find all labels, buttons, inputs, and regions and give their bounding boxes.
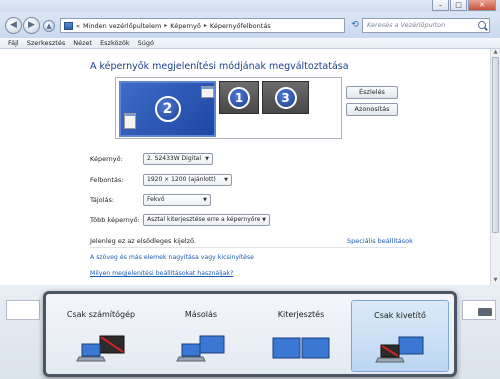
title-bar: – □ ✕ <box>0 0 500 12</box>
chevron-down-icon: ▼ <box>205 156 209 162</box>
option-extend[interactable]: Kiterjesztés <box>252 300 350 372</box>
menu-file[interactable]: Fájl <box>8 39 19 47</box>
search-placeholder: Keresés a Vezérlőpulton <box>367 21 446 29</box>
search-input[interactable]: Keresés a Vezérlőpulton <box>362 18 490 33</box>
extend-icon <box>272 337 330 359</box>
detect-button[interactable]: Észlelés <box>346 86 398 99</box>
resolution-select[interactable]: 1920 × 1200 (ajánlott) ▼ <box>143 174 232 186</box>
divider <box>90 247 406 248</box>
window-controls: – □ ✕ <box>432 0 496 11</box>
monitor-3[interactable]: 3 <box>262 81 309 114</box>
forward-arrow-icon: ▶ <box>28 20 35 30</box>
back-button[interactable]: ◀ <box>5 17 22 34</box>
option-duplicate[interactable]: Másolás <box>152 300 250 372</box>
monitor-2[interactable]: 2 <box>119 81 216 137</box>
monitor-number-badge: 3 <box>274 86 297 109</box>
menu-edit[interactable]: Szerkesztés <box>27 39 65 47</box>
up-arrow-icon: ▲ <box>46 22 52 30</box>
primary-display-text: Jelenleg ez az elsődleges kijelző. <box>90 237 197 245</box>
monitor-arrangement[interactable]: 2 1 3 <box>115 77 342 139</box>
menu-view[interactable]: Nézet <box>73 39 92 47</box>
forward-button[interactable]: ▶ <box>23 17 40 34</box>
refresh-icon[interactable]: ⟲ <box>348 19 362 32</box>
chevron-down-icon: ▼ <box>262 217 266 223</box>
breadcrumb-overflow[interactable]: « <box>76 22 80 30</box>
breadcrumb-item-display[interactable]: Képernyő <box>170 22 201 30</box>
search-icon[interactable] <box>478 21 486 29</box>
back-arrow-icon: ◀ <box>10 20 17 30</box>
option-label: Csak számítógép <box>66 310 136 319</box>
maximize-button[interactable]: □ <box>450 0 467 11</box>
multiple-displays-select-value: Asztal kiterjesztése erre a képernyőre <box>147 216 261 223</box>
window-thumbnail-icon <box>201 86 214 98</box>
chevron-right-icon[interactable]: ▸ <box>164 22 167 29</box>
computer-only-icon <box>76 335 125 362</box>
multiple-displays-select[interactable]: Asztal kiterjesztése erre a képernyőre ▼ <box>143 214 270 226</box>
resolution-select-value: 1920 × 1200 (ajánlott) <box>147 176 216 183</box>
chevron-down-icon: ▼ <box>203 197 207 203</box>
scroll-up-icon[interactable]: ▲ <box>492 49 499 56</box>
chevron-right-icon[interactable]: ▸ <box>204 22 207 29</box>
breadcrumb-item-all-control-panel[interactable]: Minden vezérlőpultelem <box>83 22 161 30</box>
breadcrumb[interactable]: « Minden vezérlőpultelem ▸ Képernyő ▸ Ké… <box>60 18 397 33</box>
taskbar-box <box>6 300 40 320</box>
multiple-displays-label: Több képernyő: <box>90 216 140 224</box>
monitor-number-badge: 2 <box>154 96 181 122</box>
keyboard-icon[interactable] <box>478 308 492 316</box>
projector-only-icon <box>375 336 424 363</box>
option-label: Kiterjesztés <box>277 310 325 319</box>
monitor-1[interactable]: 1 <box>219 81 259 114</box>
chevron-down-icon: ▼ <box>224 177 228 183</box>
projection-switcher: Csak számítógép Másolás Kiterjesztés Csa… <box>43 291 457 377</box>
control-panel-icon <box>64 21 73 30</box>
scroll-down-icon[interactable]: ▼ <box>492 277 499 284</box>
orientation-select[interactable]: Fekvő ▼ <box>143 194 211 206</box>
text-size-link[interactable]: A szöveg és más elemek nagyítása vagy ki… <box>90 254 254 261</box>
menu-tools[interactable]: Eszközök <box>100 39 130 47</box>
option-label: Másolás <box>184 310 218 319</box>
menu-help[interactable]: Súgó <box>138 39 154 47</box>
page-title: A képernyők megjelenítési módjának megvá… <box>90 61 349 72</box>
orientation-select-value: Fekvő <box>147 196 165 203</box>
option-label: Csak kivetítő <box>374 311 426 320</box>
vertical-scrollbar[interactable]: ▲ ▼ <box>490 49 500 285</box>
close-button[interactable]: ✕ <box>468 0 496 11</box>
display-settings-help-link[interactable]: Milyen megjelenítési beállításokat haszn… <box>90 270 233 277</box>
address-bar: ◀ ▶ ▲ « Minden vezérlőpultelem ▸ Képerny… <box>0 12 500 38</box>
window-thumbnail-icon <box>124 113 136 129</box>
breadcrumb-item-resolution[interactable]: Képernyőfelbontás <box>210 22 271 30</box>
monitor-number-badge: 1 <box>228 86 250 109</box>
scrollbar-thumb[interactable] <box>492 57 499 233</box>
orientation-label: Tájolás: <box>90 196 115 204</box>
duplicate-icon <box>176 335 225 362</box>
menu-bar: Fájl Szerkesztés Nézet Eszközök Súgó <box>0 38 500 49</box>
option-computer-only[interactable]: Csak számítógép <box>52 300 150 372</box>
resolution-label: Felbontás: <box>90 176 124 184</box>
recent-pages-button[interactable]: ▲ <box>43 20 55 32</box>
content-pane: A képernyők megjelenítési módjának megvá… <box>0 49 490 285</box>
display-select-value: 2. S2433W Digital <box>147 155 202 162</box>
advanced-settings-link[interactable]: Speciális beállítások <box>347 237 413 245</box>
display-select[interactable]: 2. S2433W Digital ▼ <box>143 153 213 165</box>
display-label: Képernyő: <box>90 155 123 163</box>
option-projector-only[interactable]: Csak kivetítő <box>351 300 449 372</box>
identify-button[interactable]: Azonosítás <box>346 103 398 116</box>
minimize-button[interactable]: – <box>432 0 449 11</box>
